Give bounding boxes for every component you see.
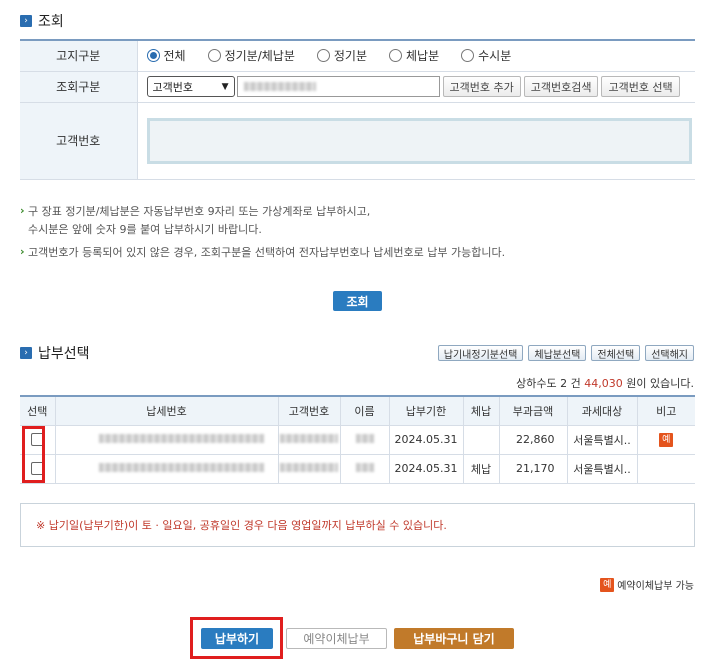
note-item-cont: 수시분은 앞에 숫자 9를 붙여 납부하시기 바랍니다.	[28, 223, 262, 236]
table-row: 2024.05.31 체납 21,170 서울특별시..	[20, 453, 695, 484]
section-arrow-icon: ›	[20, 347, 32, 359]
inquiry-form: 고지구분 전체 정기분/체납분 정기분 체납분 수시분 조회구분 고객번호 ▼	[20, 39, 695, 180]
table-header: 선택 납세번호 고객번호 이름 납부기한 체납 부과금액 과세대상 비고	[20, 396, 695, 426]
tax-target: 서울특별시..	[566, 453, 638, 484]
notice-type-radio-group: 전체 정기분/체납분 정기분 체납분 수시분	[146, 47, 696, 64]
search-type-label: 조회구분	[20, 71, 138, 103]
note	[636, 453, 695, 484]
selection-toolbar: 납기내정기분선택 체납분선택 전체선택 선택해지	[437, 345, 694, 361]
reservation-badge: 예	[659, 433, 674, 447]
redacted-value	[355, 463, 374, 472]
radio-icon[interactable]	[461, 49, 475, 63]
radio-regular[interactable]: 정기분	[316, 47, 367, 64]
customer-no-textarea[interactable]	[146, 117, 692, 164]
reserve-transfer-button[interactable]: 예약이체납부	[286, 628, 387, 649]
radio-regular-overdue[interactable]: 정기분/체납분	[207, 47, 295, 64]
radio-occasional[interactable]: 수시분	[461, 47, 511, 64]
checkbox-highlight	[22, 426, 45, 483]
summary: 상하수도 2 건 44,030 원이 있습니다.	[516, 377, 694, 390]
section-title-inquiry: › 조회	[20, 11, 64, 31]
customer-no-label: 고객번호	[20, 102, 138, 180]
search-input[interactable]	[236, 76, 440, 97]
redacted-value	[243, 82, 316, 91]
select-overdue-button[interactable]: 체납분선택	[528, 345, 587, 361]
section-title-label: 조회	[38, 14, 64, 30]
table-row: 2024.05.31 22,860 서울특별시.. 예	[20, 424, 695, 455]
notes: 구 장표 정기분/체납분은 자동납부번호 9자리 또는 가상계좌로 납부하시고,…	[20, 202, 505, 262]
chevron-down-icon: ▼	[221, 81, 229, 92]
section-title-label: 납부선택	[38, 346, 90, 362]
overdue: 체납	[462, 453, 500, 484]
amount: 22,860	[498, 424, 568, 455]
note-item: 구 장표 정기분/체납분은 자동납부번호 9자리 또는 가상계좌로 납부하시고,	[20, 202, 505, 221]
redacted-value	[355, 434, 374, 443]
legend: 예 예약이체납부 가능	[600, 577, 694, 592]
overdue	[462, 424, 500, 455]
search-customer-no-button[interactable]: 고객번호검색	[523, 76, 599, 97]
add-to-cart-button[interactable]: 납부바구니 담기	[394, 628, 514, 649]
radio-selected-icon[interactable]	[146, 49, 160, 63]
add-customer-no-button[interactable]: 고객번호 추가	[442, 76, 521, 97]
redacted-value	[98, 463, 264, 472]
search-type-select[interactable]: 고객번호 ▼	[146, 76, 235, 97]
reservation-badge: 예	[600, 577, 615, 592]
redacted-value	[280, 434, 338, 443]
radio-all[interactable]: 전체	[146, 47, 186, 64]
inquiry-button[interactable]: 조회	[333, 291, 382, 311]
radio-icon[interactable]	[389, 49, 403, 63]
tax-target: 서울특별시..	[566, 424, 638, 455]
select-regular-button[interactable]: 납기내정기분선택	[437, 345, 524, 361]
section-arrow-icon: ›	[20, 15, 32, 27]
redacted-value	[280, 463, 338, 472]
legend-label: 예약이체납부 가능	[617, 581, 694, 592]
due-date: 2024.05.31	[388, 424, 464, 455]
select-customer-no-button[interactable]: 고객번호 선택	[601, 76, 680, 97]
due-date: 2024.05.31	[388, 453, 464, 484]
notice-type-label: 고지구분	[20, 40, 138, 72]
payment-table: 선택 납세번호 고객번호 이름 납부기한 체납 부과금액 과세대상 비고 202…	[20, 395, 695, 484]
pay-button[interactable]: 납부하기	[201, 628, 273, 649]
radio-icon[interactable]	[316, 49, 330, 63]
due-date-notice: ※ 납기일(납부기한)이 토 · 일요일, 공휴일인 경우 다음 영업일까지 납…	[20, 503, 695, 547]
radio-icon[interactable]	[207, 49, 221, 63]
select-all-button[interactable]: 전체선택	[591, 345, 641, 361]
deselect-button[interactable]: 선택해지	[645, 345, 694, 361]
note-item: 고객번호가 등록되어 있지 않은 경우, 조회구분을 선택하여 전자납부번호나 …	[20, 243, 505, 262]
redacted-value	[98, 434, 264, 443]
radio-overdue[interactable]: 체납분	[389, 47, 439, 64]
section-title-payment: › 납부선택	[20, 343, 90, 363]
amount: 21,170	[498, 453, 568, 484]
